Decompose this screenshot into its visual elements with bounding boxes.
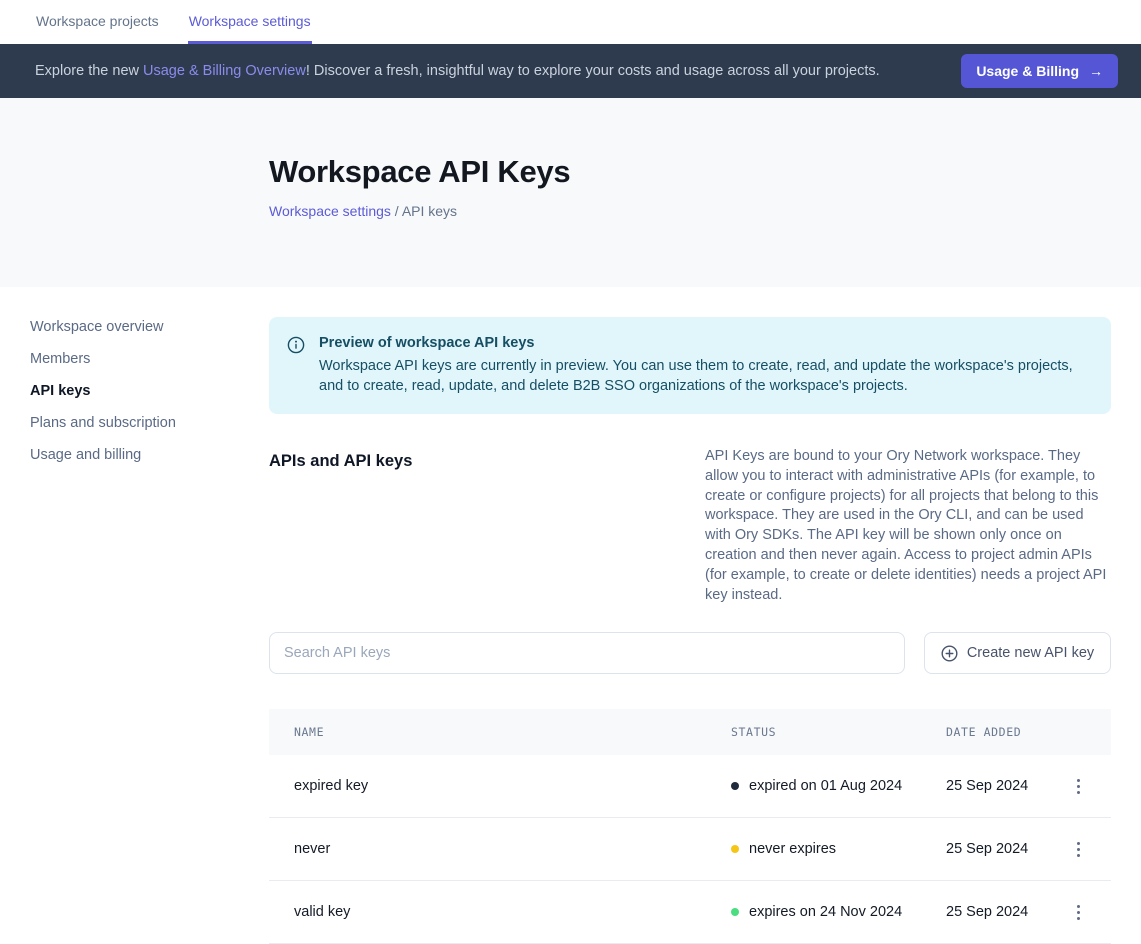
preview-callout-text: Preview of workspace API keys Workspace … [319,335,1087,396]
column-header-date-added: DATE ADDED [946,725,1061,739]
breadcrumb-separator: / [391,203,402,219]
api-key-status: never expires [731,841,946,857]
plus-circle-icon [941,645,958,662]
usage-billing-overview-link[interactable]: Usage & Billing Overview [143,63,306,79]
banner-text-before: Explore the new [35,63,143,79]
row-actions-kebab-icon[interactable] [1071,774,1086,799]
sidebar-item-plans-and-subscription[interactable]: Plans and subscription [30,416,269,431]
api-key-status: expired on 01 Aug 2024 [731,778,946,794]
usage-billing-button[interactable]: Usage & Billing → [961,54,1118,88]
tab-workspace-settings[interactable]: Workspace settings [188,0,312,44]
breadcrumb-workspace-settings-link[interactable]: Workspace settings [269,203,391,219]
create-api-key-button[interactable]: Create new API key [924,632,1111,674]
api-key-date-added: 25 Sep 2024 [946,778,1061,794]
content-area: Preview of workspace API keys Workspace … [269,287,1111,944]
page-header: Workspace API Keys Workspace settings / … [0,98,1141,287]
sidebar-item-usage-and-billing[interactable]: Usage and billing [30,448,269,463]
sidebar-item-members[interactable]: Members [30,352,269,367]
table-header: NAME STATUS DATE ADDED [269,709,1111,755]
info-circle-icon [287,336,305,354]
column-header-status: STATUS [731,725,946,739]
preview-callout: Preview of workspace API keys Workspace … [269,317,1111,414]
callout-title: Preview of workspace API keys [319,335,1087,351]
row-actions-kebab-icon[interactable] [1071,837,1086,862]
column-header-name: NAME [294,725,731,739]
breadcrumb: Workspace settings / API keys [269,203,1141,219]
page-title: Workspace API Keys [269,154,1141,190]
status-text: expired on 01 Aug 2024 [749,778,902,794]
api-key-name: expired key [294,778,731,794]
banner-message: Explore the new Usage & Billing Overview… [35,63,961,79]
arrow-right-icon: → [1089,63,1103,79]
section-heading: APIs and API keys [269,447,412,605]
row-actions-kebab-icon[interactable] [1071,900,1086,925]
table-row: never never expires 25 Sep 2024 [269,818,1111,881]
table-row: expired key expired on 01 Aug 2024 25 Se… [269,755,1111,818]
banner-text-after: ! Discover a fresh, insightful way to ex… [306,63,880,79]
tab-workspace-projects[interactable]: Workspace projects [35,0,160,44]
sidebar-item-workspace-overview[interactable]: Workspace overview [30,320,269,335]
api-key-date-added: 25 Sep 2024 [946,841,1061,857]
usage-billing-button-label: Usage & Billing [976,63,1079,79]
search-input[interactable] [269,632,905,674]
api-key-name: valid key [294,904,731,920]
status-text: expires on 24 Nov 2024 [749,904,902,920]
api-key-name: never [294,841,731,857]
status-dot-icon [731,845,739,853]
top-navigation: Workspace projects Workspace settings [0,0,1141,44]
sidebar-item-api-keys[interactable]: API keys [30,384,269,399]
status-dot-icon [731,782,739,790]
create-api-key-button-label: Create new API key [967,645,1094,661]
main-layout: Workspace overview Members API keys Plan… [0,287,1141,944]
section-description: API Keys are bound to your Ory Network w… [705,447,1111,605]
status-text: never expires [749,841,836,857]
apis-section: APIs and API keys API Keys are bound to … [269,447,1111,605]
api-key-date-added: 25 Sep 2024 [946,904,1061,920]
api-keys-toolbar: Create new API key [269,632,1111,674]
api-keys-table: NAME STATUS DATE ADDED expired key expir… [269,709,1111,944]
breadcrumb-current: API keys [402,203,457,219]
callout-body: Workspace API keys are currently in prev… [319,357,1087,396]
settings-sidebar: Workspace overview Members API keys Plan… [0,287,269,944]
api-key-status: expires on 24 Nov 2024 [731,904,946,920]
status-dot-icon [731,908,739,916]
usage-billing-banner: Explore the new Usage & Billing Overview… [0,44,1141,98]
table-row: valid key expires on 24 Nov 2024 25 Sep … [269,881,1111,944]
